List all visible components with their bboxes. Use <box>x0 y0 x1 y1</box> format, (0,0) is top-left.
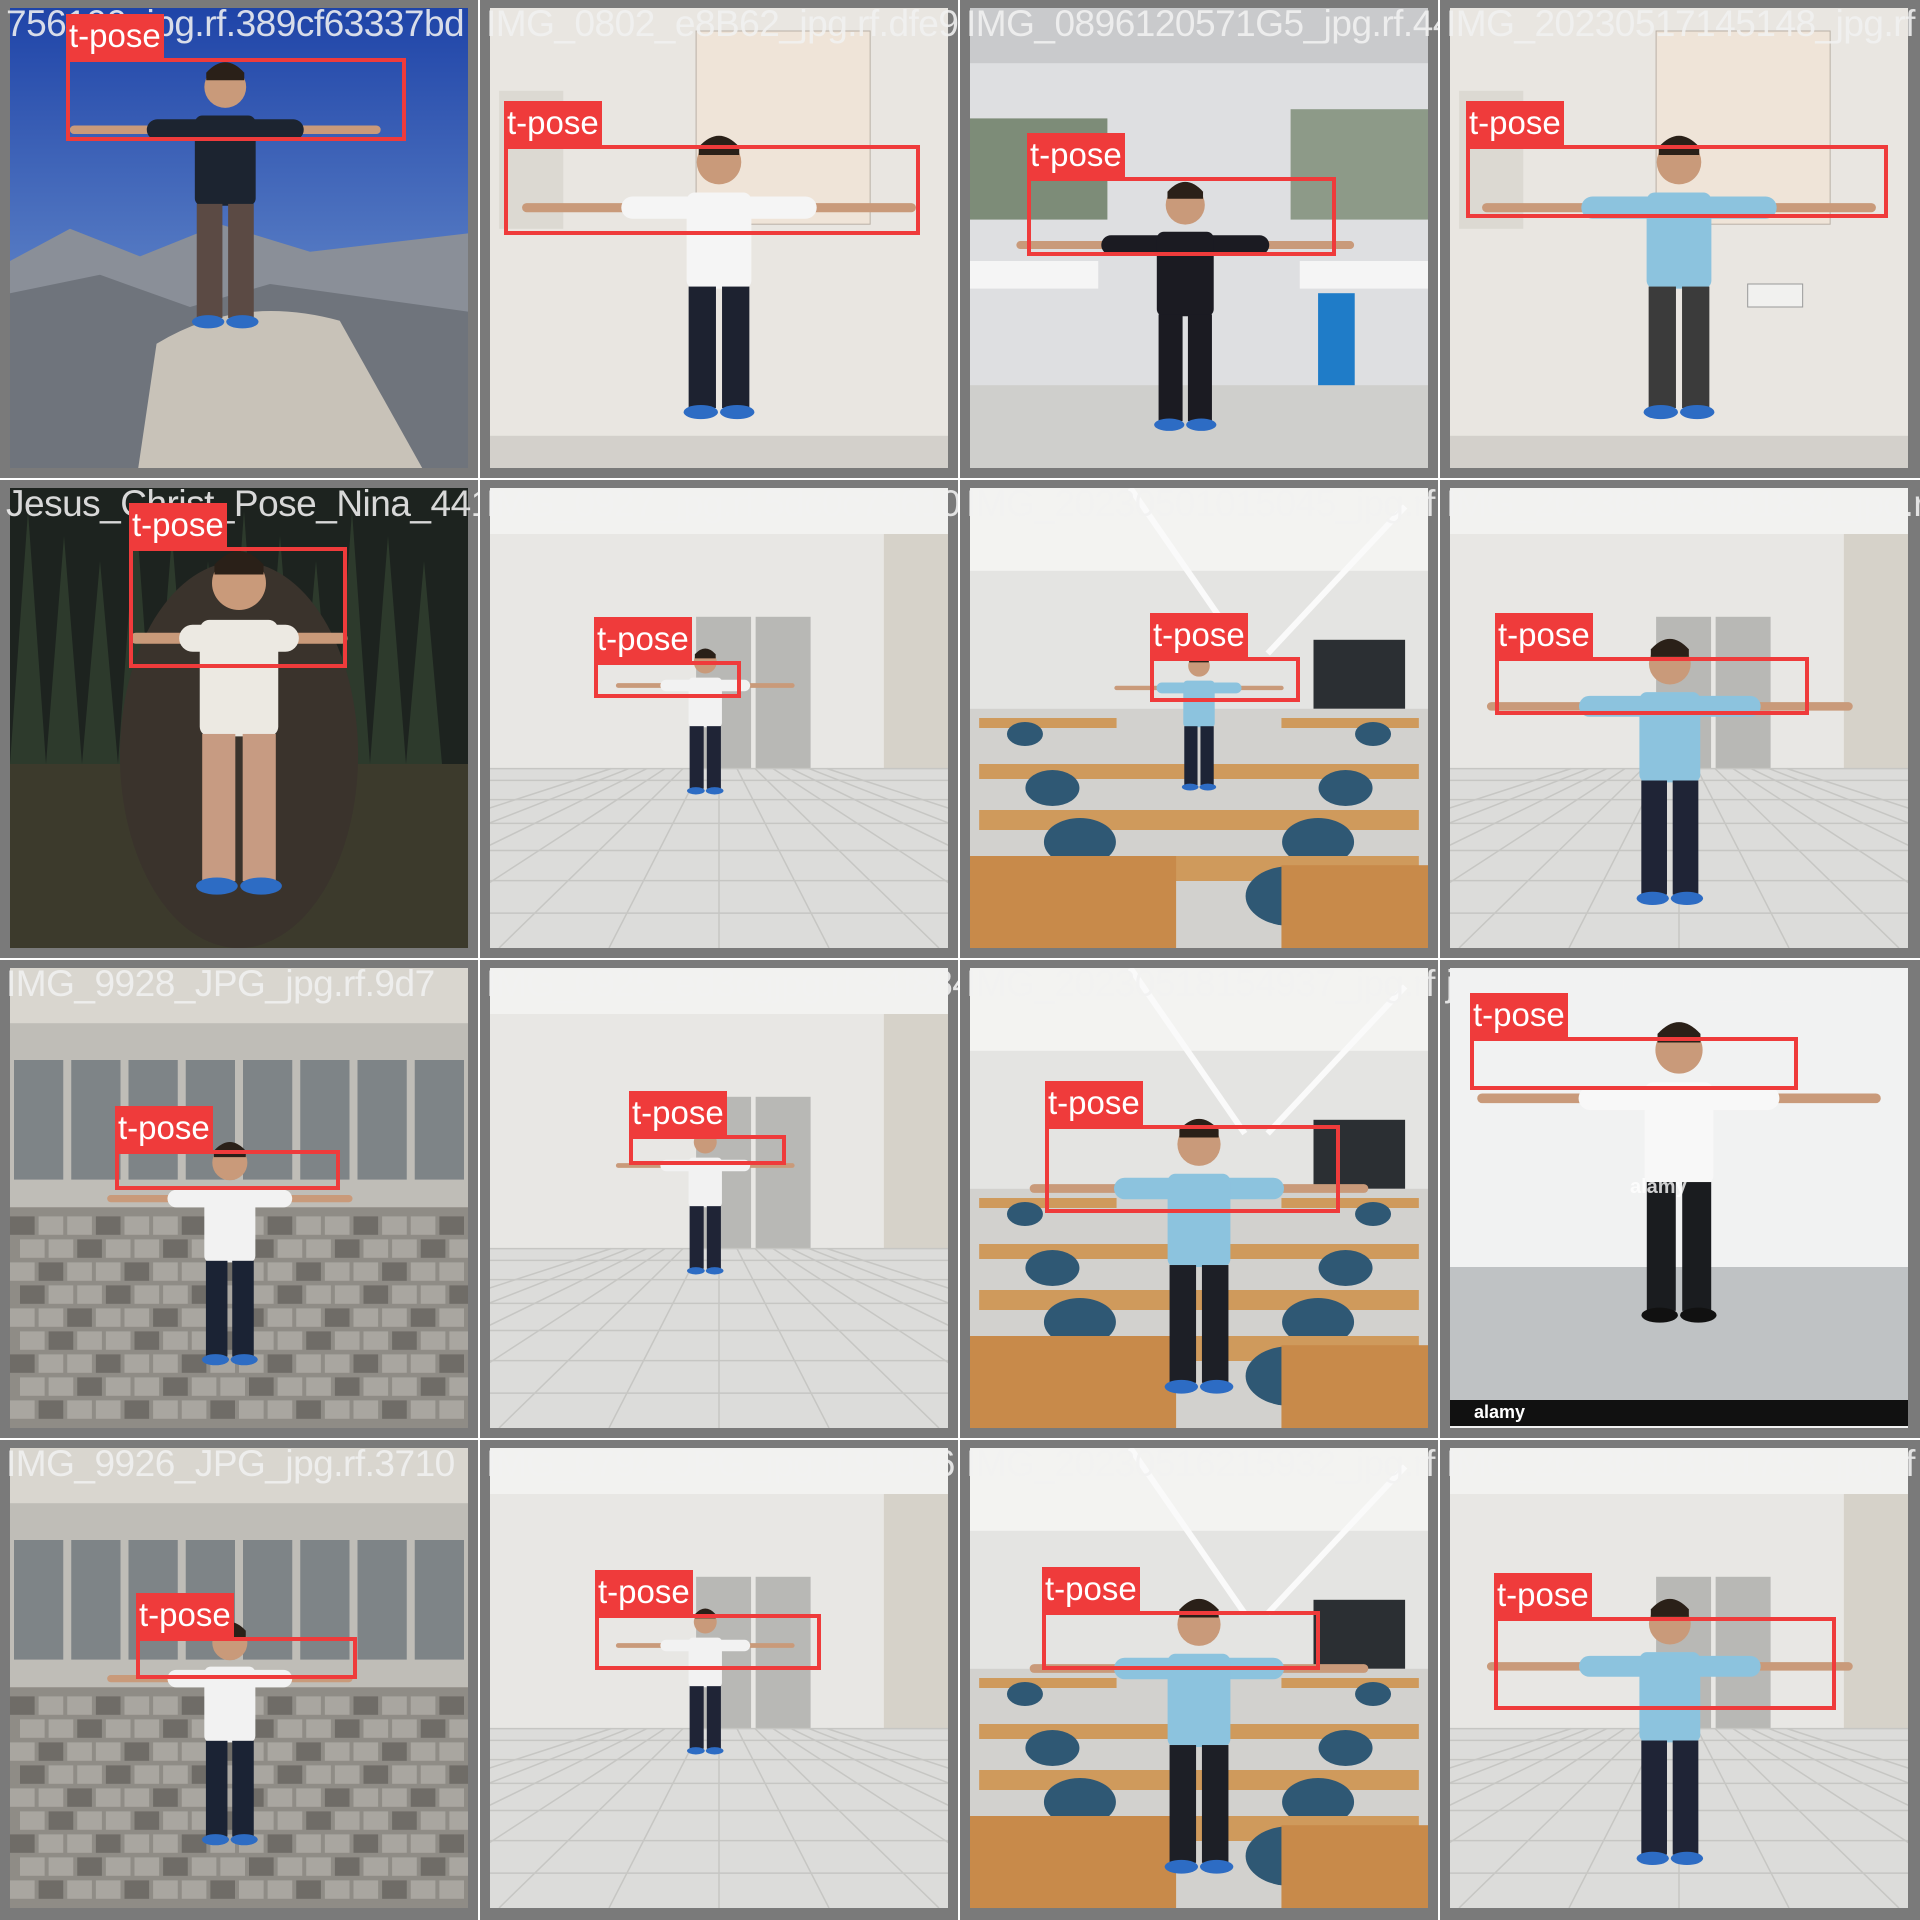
mosaic-tile: t-pose IMG_0927_jpg.rf.5dc0c7361042 <box>480 480 960 960</box>
scene-photo <box>1450 8 1908 468</box>
detection-box <box>594 661 741 698</box>
mosaic-tile: t-poseJesus_Christ_Pose_Nina_4413609_jpg… <box>0 480 480 960</box>
detection-box <box>1045 1125 1340 1213</box>
mosaic-tile: t-pose IMG_0794_JPG_jpg.rf.95d36 <box>480 1440 960 1920</box>
detection-box <box>1470 1037 1798 1090</box>
detection-label: t-pose <box>1495 613 1593 657</box>
mosaic-tile: t-pose IMG_20230517145148_jpg.rf <box>1440 0 1920 480</box>
detection-box <box>115 1150 340 1190</box>
detection-box <box>1494 1617 1836 1710</box>
detection-box <box>1466 145 1888 218</box>
scene-photo <box>490 488 948 948</box>
detection-label: t-pose <box>1045 1081 1143 1125</box>
detection-box <box>1042 1611 1320 1670</box>
detection-label: t-pose <box>1470 993 1568 1037</box>
mosaic-tile: t-poseIMG_0896120571G5_jpg.rf.44d5337d02 <box>960 0 1440 480</box>
detection-label: t-pose <box>66 14 164 58</box>
detection-box <box>66 58 406 141</box>
detection-label: t-pose <box>1027 133 1125 177</box>
stock-footer-logo: alamy <box>1474 1402 1526 1422</box>
detection-box <box>1495 657 1809 715</box>
detection-box <box>504 145 920 235</box>
mosaic-tile: t-poseIMG_20230501015045_jpg.rf.8c8d... <box>960 480 1440 960</box>
detection-label: t-pose <box>629 1091 727 1135</box>
detection-box <box>129 547 347 668</box>
mosaic-tile: t-pose IMG_9926_JPG_jpg.rf.3710 <box>0 1440 480 1920</box>
detection-label: t-pose <box>136 1593 234 1637</box>
detection-box <box>595 1614 821 1670</box>
detection-label: t-pose <box>115 1106 213 1150</box>
detection-label: t-pose <box>1466 101 1564 145</box>
stock-watermark: alamy <box>1630 1176 1687 1198</box>
scene-photo <box>970 488 1428 948</box>
detection-box <box>1150 657 1300 702</box>
mosaic-tile: t-poseIMG_0802_e8B62_jpg.rf.dfe93860 <box>480 0 960 480</box>
mosaic-tile: t-pose IMG_20230516215932_jpg.rf <box>960 1440 1440 1920</box>
detection-label: t-pose <box>594 617 692 661</box>
mosaic-tile: alamy alamy t-pose jesus-christ-pose_4a_1e3… <box>1440 960 1920 1440</box>
stock-footer-bar: alamy <box>1450 1400 1908 1426</box>
detection-label: t-pose <box>129 503 227 547</box>
mosaic-tile: t-pose IMG_202308053081834_jpg.rf <box>1440 480 1920 960</box>
detection-box <box>1027 177 1336 256</box>
mosaic-tile: t-pose IMG_0925_ed3cgjpg.rf.34f884 <box>480 960 960 1440</box>
detection-label: t-pose <box>1042 1567 1140 1611</box>
scene-photo <box>10 968 468 1428</box>
mosaic-tile: t-pose IMG_20230518151753_jpg.rf <box>1440 1440 1920 1920</box>
detection-label: t-pose <box>504 101 602 145</box>
detection-label: t-pose <box>595 1570 693 1614</box>
scene-photo <box>490 968 948 1428</box>
scene-photo <box>1450 488 1908 948</box>
scene-photo <box>970 1448 1428 1908</box>
detection-box <box>629 1135 786 1165</box>
mosaic-tile: t-pose 756100_jpg.rf.389cf63337bd <box>0 0 480 480</box>
mosaic-tile: t-pose IMG_20230518154937_jpg.rf <box>960 960 1440 1440</box>
scene-photo <box>490 1448 948 1908</box>
detection-box <box>136 1637 357 1679</box>
detection-label: t-pose <box>1150 613 1248 657</box>
scene-photo <box>490 8 948 468</box>
mosaic-tile: t-pose IMG_9928_JPG_jpg.rf.9d7 <box>0 960 480 1440</box>
detection-label: t-pose <box>1494 1573 1592 1617</box>
detection-mosaic: t-pose 756100_jpg.rf.389cf63337bd t-pose I… <box>0 0 1920 1920</box>
